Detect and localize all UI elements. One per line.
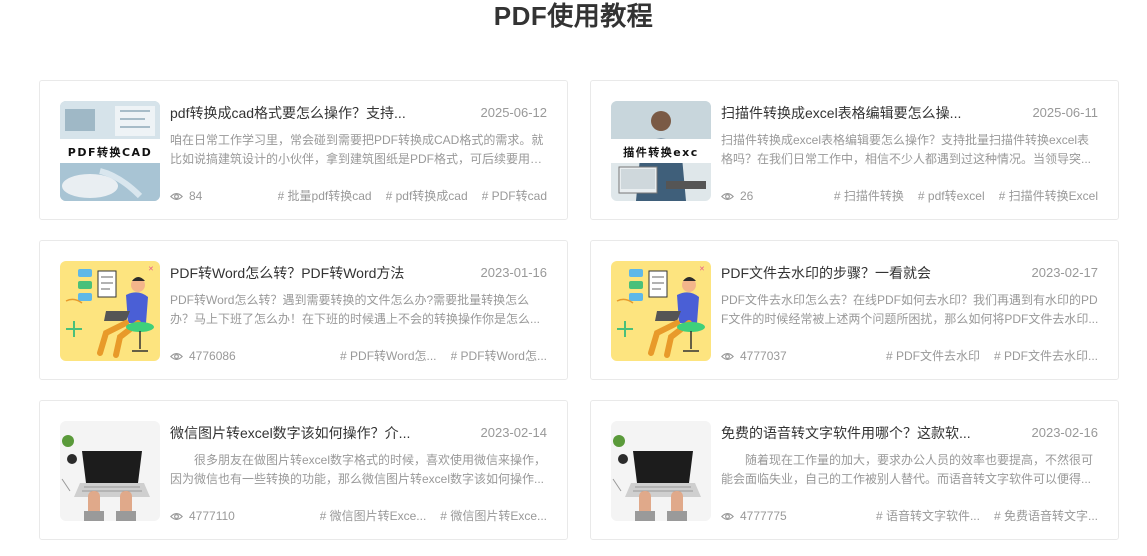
view-count-value: 4777110: [189, 509, 235, 523]
tag-list: PDF转Word怎... PDF转Word怎...: [340, 348, 547, 364]
tag[interactable]: pdf转excel: [918, 188, 985, 204]
pdf-to-cad-thumbnail[interactable]: PDF转换CAD: [60, 101, 160, 201]
view-count-value: 26: [740, 189, 754, 203]
view-count-value: 4777775: [740, 509, 787, 523]
tag[interactable]: 微信图片转Exce...: [440, 508, 547, 524]
article-date: 2023-02-16: [1031, 425, 1099, 440]
tag[interactable]: PDF文件去水印: [886, 348, 980, 364]
eye-icon: [170, 192, 183, 200]
article-card[interactable]: PDF转换CAD pdf转换成cad格式要怎么操作？支持... 2025-06-…: [39, 80, 568, 220]
scan-to-excel-thumbnail[interactable]: 描件转换exc: [611, 101, 711, 201]
view-count: 26: [721, 188, 753, 204]
page-title: PDF使用教程: [493, 1, 654, 31]
article-date: 2023-02-14: [480, 425, 548, 440]
article-card[interactable]: ✕ PDF文件去水印的步骤？一看就会 2023-02-17 PDF文件去水印怎么…: [590, 240, 1119, 380]
article-title[interactable]: PDF文件去水印的步骤？一看就会: [721, 263, 971, 283]
tag-list: 语音转文字软件... 免费语音转文字...: [876, 508, 1098, 524]
article-description: 咱在日常工作学习里，常会碰到需要把PDF转换成CAD格式的需求。就比如说搞建筑设…: [170, 133, 544, 166]
tag[interactable]: 语音转文字软件...: [876, 508, 980, 524]
article-description: 扫描件转换成excel表格编辑要怎么操作？支持批量扫描件转换excel表格吗？在…: [721, 133, 1092, 166]
article-card[interactable]: ✕ PDF转Word怎么转？PDF转Word方法 2023-01-16 PDF转…: [39, 240, 568, 380]
tag[interactable]: 批量pdf转换cad: [278, 188, 372, 204]
view-count: 4776086: [170, 348, 236, 364]
article-description: PDF文件去水印怎么去？在线PDF如何去水印？我们再遇到有水印的PDF文件的时候…: [721, 293, 1099, 326]
tag[interactable]: PDF转Word怎...: [451, 348, 547, 364]
view-count: 4777110: [170, 508, 235, 524]
svg-text:✕: ✕: [148, 265, 154, 273]
article-date: 2025-06-12: [480, 105, 548, 120]
tag[interactable]: 微信图片转Exce...: [320, 508, 427, 524]
tag[interactable]: PDF转Word怎...: [340, 348, 436, 364]
view-count: 84: [170, 188, 202, 204]
view-count: 4777775: [721, 508, 787, 524]
view-count-value: 4776086: [189, 349, 236, 363]
tag-list: 批量pdf转换cad pdf转换成cad PDF转cad: [278, 188, 547, 204]
article-title[interactable]: 扫描件转换成excel表格编辑要怎么操...: [721, 103, 971, 123]
tag[interactable]: 扫描件转换: [834, 188, 904, 204]
view-count-value: 4777037: [740, 349, 787, 363]
article-card[interactable]: 免费的语音转文字软件用哪个？这款软... 2023-02-16 随着现在工作量的…: [590, 400, 1119, 540]
tag-list: 扫描件转换 pdf转excel 扫描件转换Excel: [834, 188, 1098, 204]
tag[interactable]: 免费语音转文字...: [994, 508, 1098, 524]
tag[interactable]: PDF文件去水印...: [994, 348, 1098, 364]
article-date: 2023-01-16: [480, 265, 548, 280]
laptop-typing-thumbnail[interactable]: [611, 421, 711, 521]
article-title[interactable]: PDF转Word怎么转？PDF转Word方法: [170, 263, 420, 283]
tag[interactable]: pdf转换成cad: [386, 188, 468, 204]
svg-text:描件转换exc: 描件转换exc: [623, 145, 699, 159]
office-illustration-thumbnail[interactable]: ✕: [611, 261, 711, 361]
view-count-value: 84: [189, 189, 203, 203]
svg-text:✕: ✕: [699, 265, 705, 273]
tag-list: PDF文件去水印 PDF文件去水印...: [886, 348, 1098, 364]
article-card[interactable]: 微信图片转excel数字该如何操作？介... 2023-02-14 很多朋友在做…: [39, 400, 568, 540]
view-count: 4777037: [721, 348, 787, 364]
tag[interactable]: PDF转cad: [482, 188, 547, 204]
tag[interactable]: 扫描件转换Excel: [999, 188, 1098, 204]
laptop-typing-thumbnail[interactable]: [60, 421, 160, 521]
article-title[interactable]: 免费的语音转文字软件用哪个？这款软...: [721, 423, 971, 443]
article-date: 2023-02-17: [1031, 265, 1099, 280]
article-description: 随着现在工作量的加大，要求办公人员的效率也要提高，不然很可能会面临失业，自己的工…: [721, 453, 1094, 486]
article-description: 很多朋友在做图片转excel数字格式的时候，喜欢使用微信来操作，因为微信也有一些…: [170, 453, 547, 486]
article-card[interactable]: 描件转换exc 扫描件转换成excel表格编辑要怎么操... 2025-06-1…: [590, 80, 1119, 220]
article-description: PDF转Word怎么转？遇到需要转换的文件怎么办?需要批量转换怎么办？马上下班了…: [170, 293, 541, 326]
eye-icon: [170, 512, 183, 520]
eye-icon: [721, 192, 734, 200]
eye-icon: [721, 512, 734, 520]
eye-icon: [721, 352, 734, 360]
tag-list: 微信图片转Exce... 微信图片转Exce...: [320, 508, 547, 524]
article-title[interactable]: 微信图片转excel数字该如何操作？介...: [170, 423, 420, 443]
article-date: 2025-06-11: [1032, 105, 1098, 120]
eye-icon: [170, 352, 183, 360]
svg-text:PDF转换CAD: PDF转换CAD: [68, 145, 152, 159]
article-title[interactable]: pdf转换成cad格式要怎么操作？支持...: [170, 103, 420, 123]
office-illustration-thumbnail[interactable]: ✕: [60, 261, 160, 361]
